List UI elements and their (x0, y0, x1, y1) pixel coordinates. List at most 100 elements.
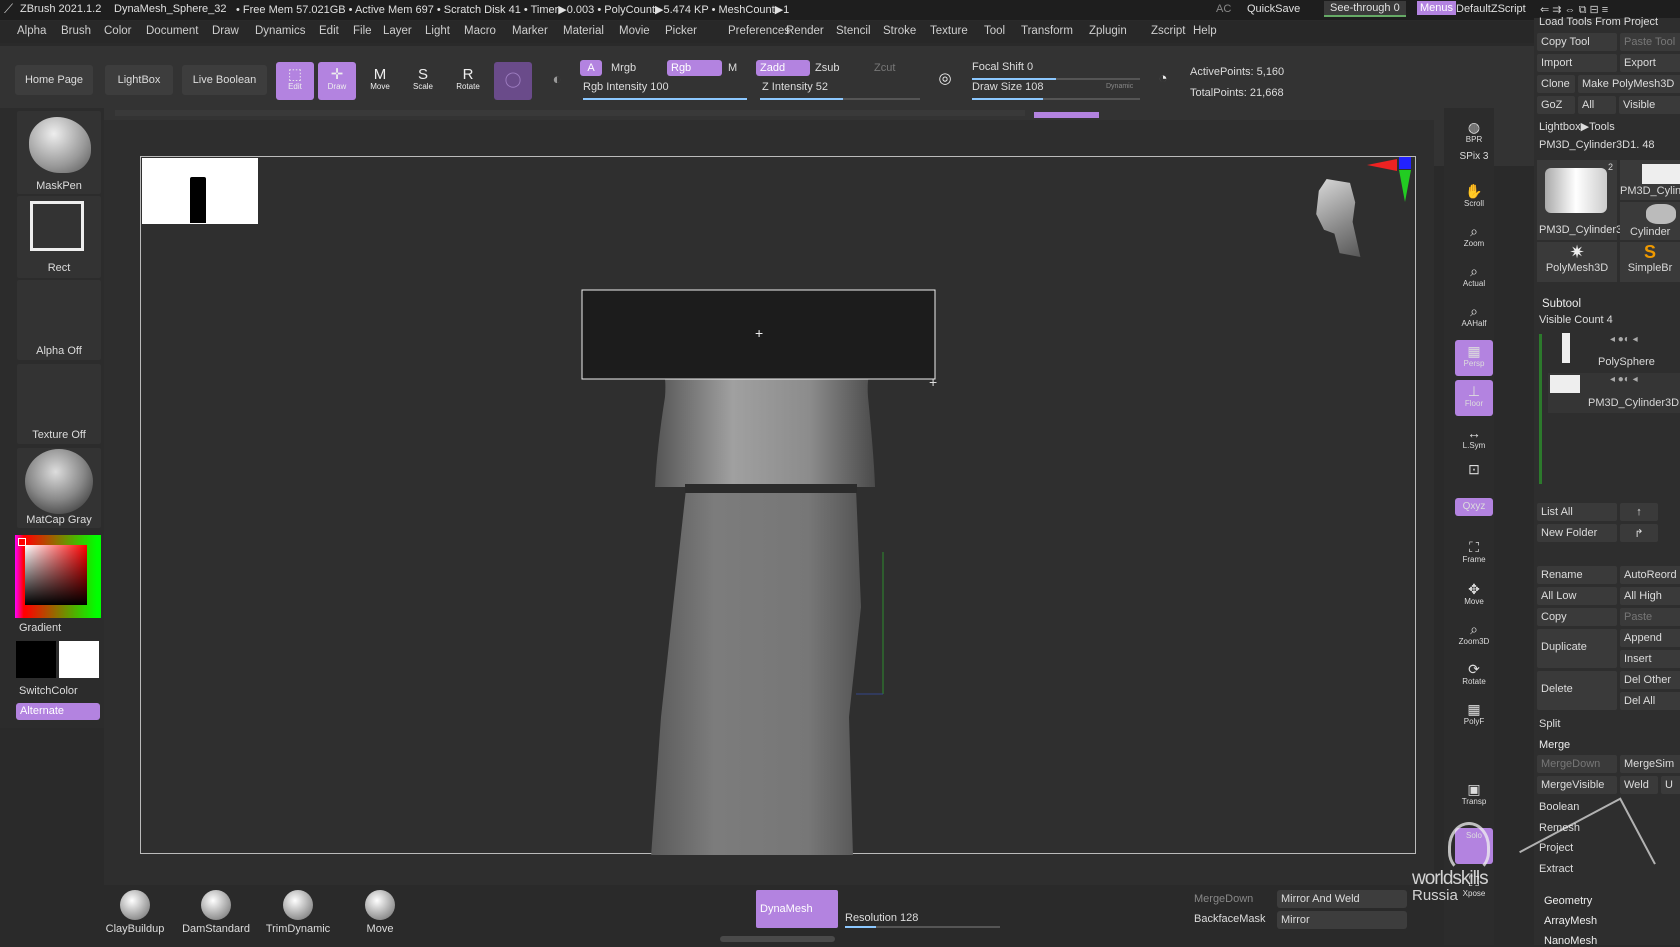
rgb-intensity-slider[interactable] (583, 98, 747, 100)
subtool-scrollbar[interactable] (1539, 334, 1542, 484)
bottom-mergedown-button[interactable]: MergeDown (1194, 893, 1253, 905)
frame-button[interactable]: ⛶ Frame (1455, 536, 1493, 572)
secondary-color-swatch[interactable] (59, 641, 99, 678)
brush-claybuildup[interactable]: ClayBuildup (95, 890, 175, 935)
color-picker-square[interactable] (25, 545, 87, 605)
rotate-button[interactable]: ⟳ Rotate (1455, 658, 1493, 694)
z-intensity-slider[interactable] (760, 98, 920, 100)
lightbox-button[interactable]: LightBox (105, 65, 173, 95)
rect-stroke-slot[interactable]: Rect (17, 196, 101, 278)
zoom3d-button[interactable]: ⌕ Zoom3D (1455, 618, 1493, 654)
tray-tab-indicator[interactable] (1034, 112, 1099, 118)
document-canvas[interactable]: + + (140, 156, 1416, 855)
menu-texture[interactable]: Texture (930, 25, 968, 37)
actual-button[interactable]: ⌕ Actual (1455, 260, 1493, 296)
insert-button[interactable]: Insert (1620, 650, 1680, 668)
duplicate-button[interactable]: Duplicate (1537, 629, 1617, 668)
brush-damstandard[interactable]: DamStandard (176, 890, 256, 935)
menu-document[interactable]: Document (146, 25, 198, 37)
menu-zscript[interactable]: Zscript (1151, 25, 1186, 37)
focal-shift-button[interactable]: ◎ (930, 64, 960, 94)
goz-all-button[interactable]: All (1578, 96, 1616, 114)
move-button[interactable]: M Move (361, 62, 399, 100)
edit-button[interactable]: ⬚ Edit (276, 62, 314, 100)
draw-button[interactable]: ✛ Draw (318, 62, 356, 100)
material-slot[interactable]: MatCap Gray (17, 448, 101, 528)
tool-thumb-cylinder3[interactable]: 2 PM3D_Cylinder3 (1537, 160, 1622, 240)
dynamic-toggle[interactable]: Dynamic (1106, 83, 1133, 90)
material-swatch-button[interactable]: ◯ (494, 62, 532, 100)
tool-thumb-polymesh3d[interactable]: ✷ PolyMesh3D (1537, 242, 1617, 282)
paste-tool-button[interactable]: Paste Tool (1620, 33, 1680, 51)
menu-edit[interactable]: Edit (319, 25, 339, 37)
del-other-button[interactable]: Del Other (1620, 671, 1680, 689)
goz-visible-button[interactable]: Visible (1619, 96, 1680, 114)
dynamic-brush-button[interactable]: ◔ (1148, 64, 1178, 94)
menu-render[interactable]: Render (786, 25, 824, 37)
append-button[interactable]: Append (1620, 629, 1680, 647)
rotate-button[interactable]: R Rotate (449, 62, 487, 100)
copy-subtool-button[interactable]: Copy (1537, 608, 1617, 626)
subtool-item-polysphere[interactable]: ◂ ●◐ ◂ PolySphere (1548, 333, 1680, 371)
copy-tool-button[interactable]: Copy Tool (1537, 33, 1617, 51)
menu-help[interactable]: Help (1193, 25, 1217, 37)
a-toggle[interactable]: A (580, 60, 602, 76)
menu-dynamics[interactable]: Dynamics (255, 25, 305, 37)
persp-button[interactable]: ▦ Persp (1455, 340, 1493, 376)
share-button[interactable]: ↱ (1620, 524, 1658, 542)
m-toggle[interactable]: M (728, 62, 737, 74)
tool-thumb-cylin[interactable]: PM3D_Cylin (1620, 160, 1680, 200)
live-boolean-button[interactable]: Live Boolean (182, 65, 267, 95)
quicksave-button[interactable]: QuickSave (1247, 3, 1300, 15)
menu-movie[interactable]: Movie (619, 25, 650, 37)
menu-tool[interactable]: Tool (984, 25, 1005, 37)
scroll-button[interactable]: ✋ Scroll (1455, 180, 1493, 216)
zoom-button[interactable]: ⌕ Zoom (1455, 220, 1493, 256)
primary-color-swatch[interactable] (16, 641, 56, 678)
window-controls-icon[interactable]: ⇐ ⇉ ⇔ ⧉ ⊟ ≡ (1540, 3, 1608, 17)
export-button[interactable]: Export (1620, 54, 1680, 72)
uv-button[interactable]: U (1661, 776, 1680, 794)
mirror-button[interactable]: Mirror (1277, 911, 1407, 929)
transp-button[interactable]: ▣ Transp (1455, 778, 1493, 814)
scale-button[interactable]: S Scale (404, 62, 442, 100)
menu-zplugin[interactable]: Zplugin (1089, 25, 1127, 37)
mrgb-toggle[interactable]: Mrgb (611, 62, 636, 74)
eye-icon[interactable]: ◂ ●◐ ◂ (1610, 334, 1638, 345)
menu-alpha[interactable]: Alpha (17, 25, 46, 37)
menu-color[interactable]: Color (104, 25, 131, 37)
zsub-toggle[interactable]: Zsub (815, 62, 839, 74)
menu-stencil[interactable]: Stencil (836, 25, 871, 37)
see-through-slider[interactable]: See-through 0 (1324, 1, 1406, 17)
eye-icon[interactable]: ◂ ●◐ ◂ (1610, 374, 1638, 385)
delete-button[interactable]: Delete (1537, 671, 1617, 710)
clone-button[interactable]: Clone (1537, 75, 1575, 93)
autoreorder-button[interactable]: AutoReord (1620, 566, 1680, 584)
bottom-scroll-handle[interactable] (720, 936, 835, 942)
all-high-button[interactable]: All High (1620, 587, 1680, 605)
menu-transform[interactable]: Transform (1021, 25, 1073, 37)
polyf-button[interactable]: ▦ PolyF (1455, 698, 1493, 734)
weld-button[interactable]: Weld (1620, 776, 1658, 794)
mergesimilar-button[interactable]: MergeSim (1620, 755, 1680, 773)
del-all-button[interactable]: Del All (1620, 692, 1680, 710)
tool-thumb-cylinder[interactable]: Cylinder (1620, 202, 1680, 240)
draw-size-slider[interactable] (972, 98, 1140, 100)
mirror-and-weld-button[interactable]: Mirror And Weld (1277, 890, 1407, 908)
paste-subtool-button[interactable]: Paste (1620, 608, 1680, 626)
split-section[interactable]: Split (1539, 718, 1560, 730)
goz-button[interactable]: GoZ (1537, 96, 1575, 114)
merge-section[interactable]: Merge (1539, 739, 1570, 751)
menu-picker[interactable]: Picker (665, 25, 697, 37)
xyz-button[interactable]: Qxyz (1455, 498, 1493, 516)
color-picker[interactable] (15, 535, 101, 618)
bpr-button[interactable]: ◍ BPR (1455, 116, 1493, 152)
gradient-label[interactable]: Gradient (19, 622, 61, 634)
alpha-slot[interactable]: Alpha Off (17, 280, 101, 360)
menu-material[interactable]: Material (563, 25, 604, 37)
menu-preferences[interactable]: Preferences (728, 25, 790, 37)
subtool-header[interactable]: Subtool (1542, 298, 1581, 310)
all-low-button[interactable]: All Low (1537, 587, 1617, 605)
resolution-slider[interactable] (845, 926, 1000, 928)
move-up-button[interactable]: ↑ (1620, 503, 1658, 521)
